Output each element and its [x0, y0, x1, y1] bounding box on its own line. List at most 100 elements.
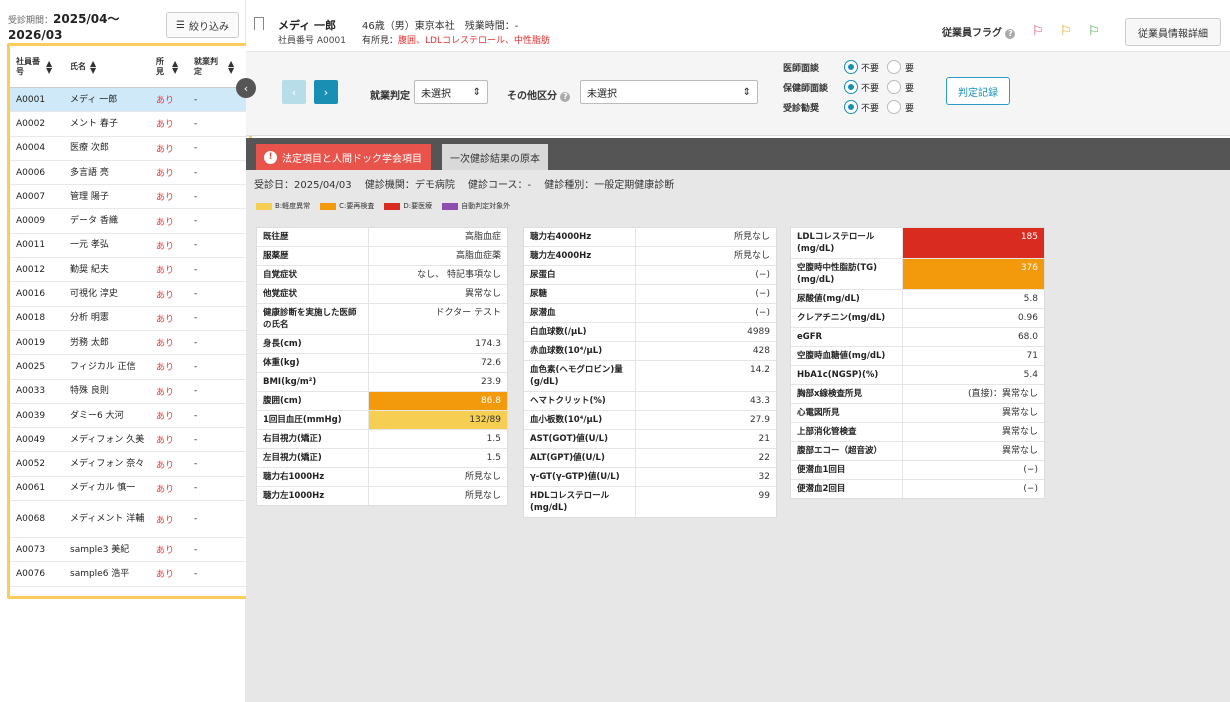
- list-item[interactable]: A0019 労務 太郎 あり -: [10, 331, 249, 356]
- item-name: 便潜血1回目: [791, 461, 903, 479]
- cell-finding: あり: [156, 144, 175, 155]
- prev-employee-button[interactable]: ‹: [282, 80, 306, 104]
- help-icon[interactable]: ?: [1005, 29, 1016, 39]
- cell-name: 一元 孝弘: [70, 240, 109, 251]
- item-name: 右目視力(矯正): [257, 430, 369, 448]
- item-name: 体重(kg): [257, 354, 369, 372]
- col-header-finding[interactable]: 所見 ▲ ▼: [150, 46, 188, 87]
- cell-finding: あり: [156, 266, 175, 277]
- radio-not-needed[interactable]: [845, 101, 857, 113]
- table-row: 心電図所見 異常なし: [791, 404, 1044, 423]
- cell-id: A0073: [16, 544, 46, 555]
- sort-icon: ▲ ▼: [90, 58, 97, 75]
- legend-label: D:要医療: [403, 202, 433, 210]
- cell-finding: あり: [156, 169, 175, 180]
- item-name: γ-GT(γ-GTP)値(U/L): [524, 468, 636, 486]
- list-item[interactable]: A0039 ダミー6 大河 あり -: [10, 404, 249, 429]
- radio-needed[interactable]: [887, 80, 902, 94]
- table-row: 血小板数(10⁴/μL) 27.9: [524, 411, 776, 430]
- item-name: 左目視力(矯正): [257, 449, 369, 467]
- employee-detail-button[interactable]: 従業員情報詳細: [1125, 18, 1221, 46]
- col-header-judge[interactable]: 就業判定 ▲ ▼: [188, 46, 242, 87]
- list-item[interactable]: A0009 データ 香織 あり -: [10, 209, 249, 234]
- list-item[interactable]: A0012 勤奨 紀夫 あり -: [10, 258, 249, 283]
- bookmark-icon[interactable]: [254, 17, 264, 30]
- list-item[interactable]: A0025 フィジカル 正信 あり -: [10, 355, 249, 380]
- list-item[interactable]: A0049 メディフォン 久美 あり -: [10, 428, 249, 453]
- radio-not-needed[interactable]: [845, 61, 857, 73]
- legend-item: B:軽度異常: [256, 201, 310, 211]
- employee-id: 社員番号 A0001: [278, 36, 346, 46]
- list-item[interactable]: A0004 医療 次郎 あり -: [10, 137, 249, 161]
- item-name: 腹部エコー（超音波）: [791, 442, 903, 460]
- tab-bar: ! 法定項目と人間ドック学会項目 一次健診結果の原本: [246, 138, 1230, 170]
- legend-swatch: [442, 202, 459, 210]
- radio-group: 医師面談 不要 要: [783, 59, 914, 75]
- list-item[interactable]: A0073 sample3 美紀 あり -: [10, 538, 249, 563]
- list-item[interactable]: A0007 管理 陽子 あり -: [10, 185, 249, 210]
- list-item[interactable]: A0018 分析 明憲 あり -: [10, 307, 249, 331]
- employee-list-pane: 受診期間：2025/04〜 2026/03 ☰ 絞り込み 社員番号 ▲ ▼ 氏名 …: [0, 0, 256, 702]
- employee-list: 社員番号 ▲ ▼ 氏名 ▲ ▼ 所見 ▲ ▼ 就業判定 ▲ ▼ A0001 メディ 一郎あ…: [7, 43, 252, 599]
- item-name: 尿蛋白: [524, 266, 636, 284]
- item-value: 4989: [747, 327, 770, 337]
- cell-id: A0052: [16, 459, 46, 470]
- results-table-2: 聴力右4000Hz 所見なし 聴力左4000Hz 所見なし 尿蛋白 (−) 尿糖 (−) 尿潜血…: [523, 227, 777, 518]
- item-value: 異常なし: [1001, 446, 1038, 456]
- radio-group-label: 受診勧奨: [783, 103, 820, 114]
- flag-icon[interactable]: ⚐: [1060, 24, 1072, 39]
- list-item[interactable]: A0011 一元 孝弘 あり -: [10, 234, 249, 259]
- table-row: AST(GOT)値(U/L) 21: [524, 430, 776, 449]
- list-item[interactable]: A0006 多言語 亮 あり -: [10, 161, 249, 186]
- list-item[interactable]: A0068 メディメント 洋輔 あり -: [10, 501, 249, 539]
- filter-label: 絞り込み: [188, 21, 229, 33]
- cell-id: A0016: [16, 289, 46, 300]
- list-item[interactable]: A0016 可視化 淳史 あり -: [10, 282, 249, 307]
- list-rows: A0001 メディ 一郎 あり - A0002 メント 春子 あり - A0004 医療 次郎 あり…: [10, 88, 249, 587]
- item-name: 胸部x線検査所見: [791, 385, 903, 403]
- item-value: (−): [755, 289, 770, 299]
- list-item[interactable]: A0001 メディ 一郎 あり -: [10, 88, 249, 113]
- tab-original-results[interactable]: 一次健診結果の原本: [442, 144, 548, 170]
- radio-needed[interactable]: [887, 100, 902, 114]
- item-name: ヘマトクリット(%): [524, 392, 636, 410]
- cell-id: A0018: [16, 313, 46, 324]
- radio-not-needed[interactable]: [845, 81, 857, 93]
- flag-icon[interactable]: ⚐: [1032, 24, 1044, 39]
- item-name: 聴力右4000Hz: [524, 228, 636, 246]
- table-row: 右目視力(矯正) 1.5: [257, 430, 507, 449]
- next-employee-button[interactable]: ›: [314, 80, 338, 104]
- cell-judge: -: [194, 434, 198, 445]
- list-item[interactable]: A0052 メディフォン 奈々 あり -: [10, 452, 249, 477]
- item-value: 異常なし: [464, 289, 501, 299]
- cell-name: 勤奨 紀夫: [70, 264, 109, 275]
- list-item[interactable]: A0076 sample6 浩平 あり -: [10, 562, 249, 587]
- table-row: 身長(cm) 174.3: [257, 335, 507, 354]
- judge-select[interactable]: 未選択 ⇕: [414, 80, 488, 104]
- item-value: 所見なし: [733, 251, 770, 261]
- help-icon[interactable]: ?: [560, 92, 571, 102]
- list-item[interactable]: A0033 特殊 良則 あり -: [10, 380, 249, 404]
- item-name: 空腹時血糖値(mg/dL): [791, 347, 903, 365]
- radio-needed[interactable]: [887, 60, 902, 74]
- cell-finding: あり: [156, 484, 175, 495]
- other-category-select[interactable]: 未選択 ⇕: [580, 80, 758, 104]
- item-value: 14.2: [749, 365, 770, 375]
- col-header-id[interactable]: 社員番号 ▲ ▼: [10, 46, 64, 87]
- item-value: (−): [1023, 465, 1038, 475]
- tab-statutory-items[interactable]: ! 法定項目と人間ドック学会項目: [256, 144, 431, 170]
- flag-icon[interactable]: ⚐: [1088, 24, 1100, 39]
- cell-finding: あり: [156, 314, 175, 325]
- collapse-pane-icon[interactable]: ‹: [236, 78, 256, 98]
- table-row: クレアチニン(mg/dL) 0.96: [791, 309, 1044, 328]
- cell-name: メディメント 洋輔: [70, 514, 145, 525]
- period-label: 受診期間：: [8, 16, 54, 26]
- legend-swatch: [384, 202, 401, 210]
- list-item[interactable]: A0061 メディカル 慎一 あり -: [10, 477, 249, 502]
- col-header-name[interactable]: 氏名 ▲ ▼: [64, 46, 150, 87]
- alert-icon: !: [264, 150, 277, 164]
- item-value: 99: [758, 491, 770, 501]
- judgment-record-button[interactable]: 判定記録: [946, 77, 1010, 105]
- list-item[interactable]: A0002 メント 春子 あり -: [10, 112, 249, 137]
- filter-button[interactable]: ☰ 絞り込み: [166, 12, 239, 38]
